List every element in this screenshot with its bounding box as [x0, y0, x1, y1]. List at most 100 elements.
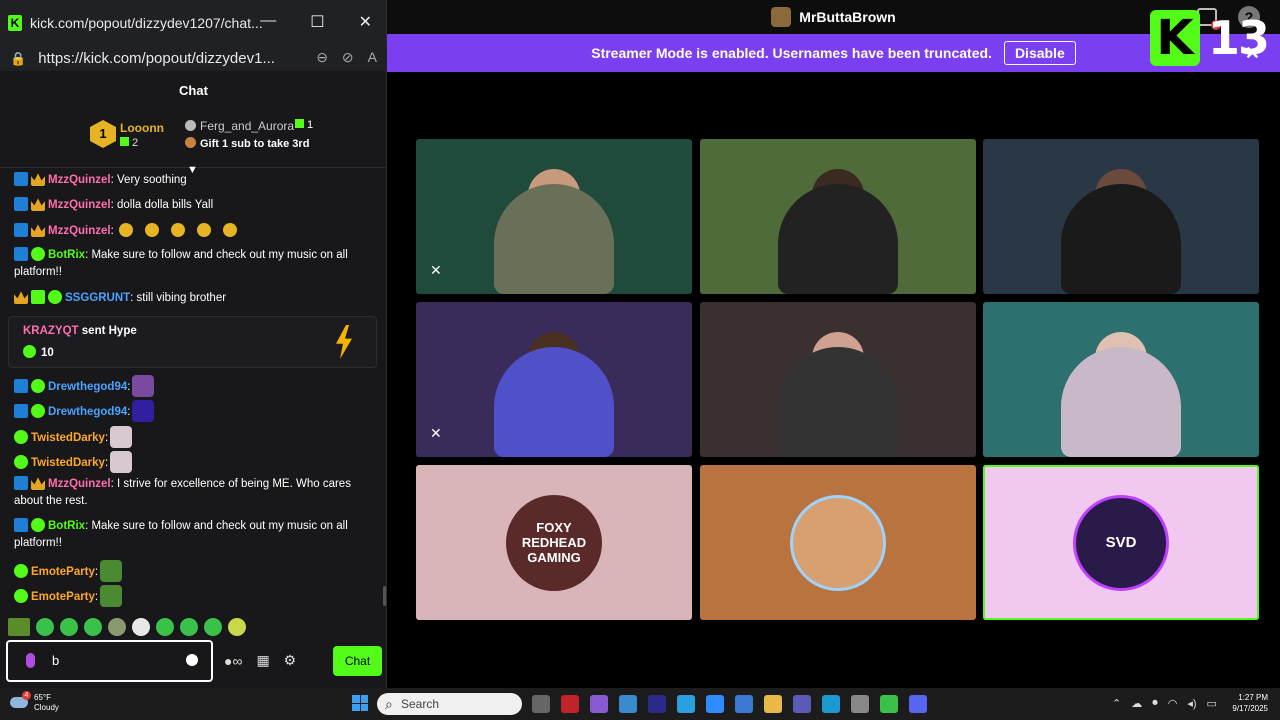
system-tray: ⌃ ☁ ⏺ ◠ ◂) ▭ [1112, 697, 1217, 710]
file-explorer-icon[interactable] [764, 695, 782, 713]
gift-sub-prompt[interactable]: Gift 1 sub to take 3rd [185, 137, 309, 150]
badge-number: 13 [1208, 11, 1270, 65]
app-icon[interactable] [619, 695, 637, 713]
verified-badge-icon [14, 564, 28, 578]
participant-tile[interactable]: ✕ [416, 139, 692, 294]
participant-tile[interactable] [700, 139, 976, 294]
chat-username[interactable]: TwistedDarky [31, 457, 105, 469]
store-icon[interactable]: ▦ [256, 652, 269, 669]
money-emote-icon [171, 223, 186, 237]
maximize-button[interactable]: ☐ [310, 12, 324, 32]
zoom-app-icon[interactable] [706, 695, 724, 713]
battery-icon[interactable]: ▭ [1207, 697, 1217, 710]
emote-icon[interactable] [132, 618, 150, 636]
crown-badge-icon [31, 224, 45, 237]
minimize-button[interactable]: — [260, 12, 276, 32]
app-icon[interactable] [880, 695, 898, 713]
app-icon[interactable] [590, 695, 608, 713]
windows-start-icon[interactable] [352, 695, 368, 711]
chat-username[interactable]: Drewthegod94 [48, 381, 127, 393]
windows-taskbar: 4 65°FCloudy Search ⌃ ☁ ⏺ ◠ ◂) [0, 688, 1280, 720]
chrome-icon[interactable] [677, 695, 695, 713]
chat-text: : Very soothing [110, 174, 187, 186]
chat-text: : [110, 225, 114, 237]
chat-scrollbar[interactable] [383, 586, 386, 606]
moderator-badge-icon [14, 172, 28, 186]
chat-username[interactable]: Drewthegod94 [48, 406, 127, 418]
address-bar[interactable]: 🔒 https://kick.com/popout/dizzydev1... ⊖… [0, 46, 387, 71]
read-aloud-icon[interactable]: A [368, 49, 377, 66]
leaderboard-first-name[interactable]: Looonn [120, 121, 164, 135]
chat-username[interactable]: SSGGRUNT [65, 292, 130, 304]
app-icon[interactable] [648, 695, 666, 713]
participant-tile[interactable]: FOXY REDHEAD GAMING [416, 465, 692, 620]
participant-tile[interactable] [983, 139, 1259, 294]
participant-tile[interactable] [983, 302, 1259, 457]
settings-gear-icon[interactable]: ⚙ [284, 652, 297, 669]
moderator-badge-icon [14, 247, 28, 261]
discord-icon[interactable] [909, 695, 927, 713]
chat-username[interactable]: MzzQuinzel [48, 199, 111, 211]
chat-username[interactable]: MzzQuinzel [48, 225, 111, 237]
taskbar-search[interactable]: Search [377, 693, 522, 715]
kick-emote-icon[interactable] [8, 618, 30, 636]
emote-icon[interactable] [60, 618, 78, 636]
participant-tile[interactable] [700, 465, 976, 620]
hype-sender: KRAZYQT sent Hype [23, 325, 137, 337]
zoom-icon[interactable]: ⊖ [316, 49, 328, 66]
infinity-icon[interactable]: ●∞ [224, 653, 242, 669]
chat-username[interactable]: MzzQuinzel [48, 478, 111, 490]
chat-username[interactable]: BotRix [48, 249, 85, 261]
close-window-button[interactable]: ✕ [359, 12, 372, 32]
chat-username[interactable]: BotRix [48, 520, 85, 532]
leaderboard-second[interactable]: Ferg_and_Aurora [185, 119, 294, 133]
participant-tile[interactable]: ✕ [416, 302, 692, 457]
chat-username[interactable]: EmoteParty [31, 566, 95, 578]
participant-tile-active[interactable]: SVD [983, 465, 1259, 620]
edge-icon[interactable] [822, 695, 840, 713]
wifi-icon[interactable]: ◠ [1168, 697, 1178, 710]
participant-tile[interactable] [700, 302, 976, 457]
settings-icon[interactable] [851, 695, 869, 713]
emote-icon[interactable] [36, 618, 54, 636]
chat-text: : still vibing brother [130, 292, 227, 304]
chat-username[interactable]: MzzQuinzel [48, 174, 111, 186]
chevron-up-icon[interactable]: ⌃ [1112, 697, 1121, 710]
emote-icon[interactable] [156, 618, 174, 636]
disable-streamer-mode-button[interactable]: Disable [1003, 41, 1076, 65]
send-chat-button[interactable]: Chat [333, 646, 382, 676]
teams-icon[interactable] [793, 695, 811, 713]
microphone-icon[interactable] [26, 653, 35, 668]
emote-icon[interactable] [108, 618, 126, 636]
participant-avatar: SVD [1073, 494, 1169, 591]
taskbar-apps [532, 695, 927, 713]
moderator-badge-icon [14, 518, 28, 532]
participant-avatar: FOXY REDHEAD GAMING [506, 494, 602, 591]
app-icon[interactable] [735, 695, 753, 713]
chat-username[interactable]: TwistedDarky [31, 432, 105, 444]
chat-username[interactable]: EmoteParty [31, 591, 95, 603]
emote-icon[interactable] [84, 618, 102, 636]
emoji-picker-icon[interactable] [186, 654, 198, 666]
volume-icon[interactable]: ◂) [1187, 697, 1196, 710]
tracking-prevention-icon[interactable]: ⊘ [342, 49, 354, 66]
lightning-icon [336, 325, 352, 359]
cloud-sync-icon[interactable]: ☁ [1131, 697, 1142, 710]
weather-condition: Cloudy [34, 703, 59, 712]
emote-icon[interactable] [180, 618, 198, 636]
emote-icon[interactable] [228, 618, 246, 636]
chat-input[interactable]: b [6, 640, 213, 682]
app-icon[interactable] [561, 695, 579, 713]
task-view-icon[interactable] [532, 695, 550, 713]
subscriber-badge-icon [31, 290, 45, 304]
emote-icon[interactable] [204, 618, 222, 636]
muted-mic-icon: ✕ [430, 262, 442, 278]
moderator-badge-icon [14, 223, 28, 237]
moderator-badge-icon [14, 476, 28, 490]
chat-text: : [104, 432, 109, 444]
crown-badge-icon [31, 173, 45, 186]
crown-badge-icon [31, 198, 45, 211]
gift-icon [120, 137, 129, 146]
microphone-tray-icon[interactable]: ⏺ [1152, 697, 1158, 710]
taskbar-clock[interactable]: 1:27 PM 9/17/2025 [1228, 692, 1268, 714]
